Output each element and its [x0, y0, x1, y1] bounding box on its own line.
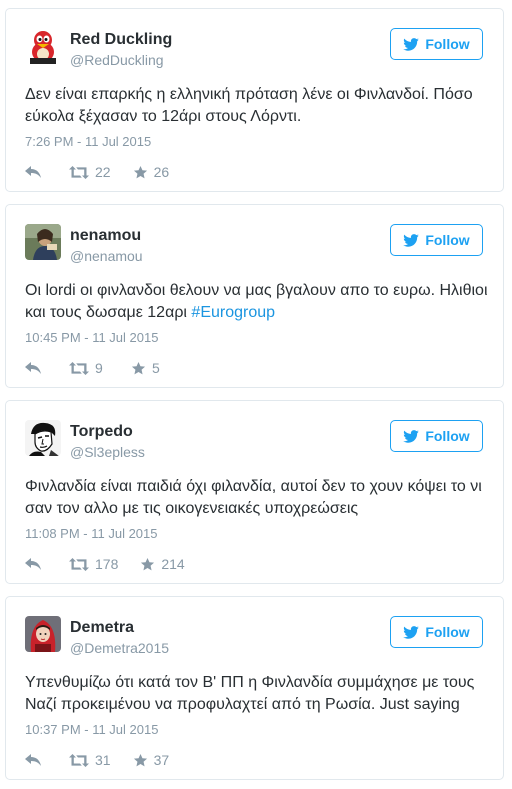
avatar[interactable]: [25, 28, 61, 64]
like-count: 26: [153, 164, 170, 180]
user-name[interactable]: Torpedo: [70, 423, 133, 441]
user-handle[interactable]: @RedDuckling: [70, 52, 164, 68]
tweet-text-body: Υπενθυμίζω ότι κατά τον Β' ΠΠ η Φινλανδί…: [25, 674, 475, 713]
retweet-button[interactable]: 22: [69, 164, 133, 180]
tweet-timestamp[interactable]: 10:45 PM - 11 Jul 2015: [25, 330, 158, 345]
photo-avatar-icon: [25, 224, 61, 260]
reply-icon: [25, 362, 41, 374]
tweet-timestamp[interactable]: 7:26 PM - 11 Jul 2015: [25, 134, 151, 149]
retweet-icon: [69, 165, 89, 179]
follow-button-label: Follow: [425, 232, 470, 248]
twitter-bird-icon: [403, 429, 420, 443]
like-button[interactable]: 5: [131, 360, 160, 376]
tweet-card: nenamou @nenamou Follow Οι lordi οι φινλ…: [5, 204, 504, 388]
tweet-text-body: Δεν είναι επαρκής η ελληνική πρόταση λέν…: [25, 86, 473, 125]
hashtag-link[interactable]: #Eurogroup: [191, 304, 275, 321]
follow-button-label: Follow: [425, 624, 470, 640]
follow-button[interactable]: Follow: [390, 224, 483, 256]
star-icon: [133, 753, 147, 766]
retweet-icon: [69, 361, 89, 375]
reply-icon: [25, 754, 41, 766]
retweet-count: 178: [95, 556, 119, 572]
comic-face-icon: [25, 420, 61, 456]
twitter-bird-icon: [403, 233, 420, 247]
retweet-count: 22: [95, 164, 111, 180]
user-handle[interactable]: @nenamou: [70, 248, 143, 264]
tweet-actions: 178 214: [25, 555, 185, 573]
tweet-actions: 9 5: [25, 359, 160, 377]
follow-button-label: Follow: [425, 36, 470, 52]
avatar[interactable]: [25, 420, 61, 456]
tweet-card: Red Duckling @RedDuckling Follow Δεν είν…: [5, 8, 504, 192]
like-button[interactable]: 37: [133, 752, 170, 768]
retweet-count: 31: [95, 752, 111, 768]
user-handle[interactable]: @Sl3epless: [70, 444, 145, 460]
tweet-text: Φινλανδία είναι παιδιά όχι φιλανδία, αυτ…: [25, 476, 490, 520]
star-icon: [133, 165, 147, 178]
tweet-timestamp[interactable]: 11:08 PM - 11 Jul 2015: [25, 526, 158, 541]
star-icon: [131, 361, 146, 374]
tweet-text: Υπενθυμίζω ότι κατά τον Β' ΠΠ η Φινλανδί…: [25, 672, 490, 716]
star-icon: [141, 557, 155, 570]
follow-button[interactable]: Follow: [390, 420, 483, 452]
avatar[interactable]: [25, 224, 61, 260]
tweet-timestamp[interactable]: 10:37 PM - 11 Jul 2015: [25, 722, 158, 737]
user-name[interactable]: nenamou: [70, 227, 141, 245]
tweet-card: Demetra @Demetra2015 Follow Υπενθυμίζω ό…: [5, 596, 504, 780]
follow-button[interactable]: Follow: [390, 28, 483, 60]
reply-button[interactable]: [25, 362, 69, 374]
twitter-bird-icon: [403, 37, 420, 51]
tweet-text: Δεν είναι επαρκής η ελληνική πρόταση λέν…: [25, 84, 490, 128]
retweet-button[interactable]: 9: [69, 360, 131, 376]
user-handle[interactable]: @Demetra2015: [70, 640, 169, 656]
retweet-icon: [69, 557, 89, 571]
user-name[interactable]: Red Duckling: [70, 31, 172, 49]
reply-button[interactable]: [25, 166, 69, 178]
like-count: 5: [152, 360, 160, 376]
retweet-icon: [69, 753, 89, 767]
tweet-text: Οι lordi οι φινλανδοι θελουν να μας βγαλ…: [25, 280, 490, 324]
like-count: 37: [153, 752, 170, 768]
reply-button[interactable]: [25, 754, 69, 766]
reply-icon: [25, 558, 41, 570]
red-hood-icon: [25, 616, 61, 652]
reply-button[interactable]: [25, 558, 69, 570]
like-button[interactable]: 26: [133, 164, 170, 180]
follow-button-label: Follow: [425, 428, 470, 444]
follow-button[interactable]: Follow: [390, 616, 483, 648]
tweet-text-body: Φινλανδία είναι παιδιά όχι φιλανδία, αυτ…: [25, 478, 482, 517]
tweet-actions: 22 26: [25, 163, 169, 181]
retweet-button[interactable]: 31: [69, 752, 133, 768]
avatar[interactable]: [25, 616, 61, 652]
tweet-actions: 31 37: [25, 751, 169, 769]
twitter-bird-icon: [403, 625, 420, 639]
like-button[interactable]: 214: [140, 556, 185, 572]
reply-icon: [25, 166, 41, 178]
red-penguin-icon: [25, 28, 61, 64]
retweet-button[interactable]: 178: [69, 556, 140, 572]
like-count: 214: [161, 556, 185, 572]
retweet-count: 9: [95, 360, 103, 376]
user-name[interactable]: Demetra: [70, 619, 134, 637]
tweet-card: Torpedo @Sl3epless Follow Φινλανδία είνα…: [5, 400, 504, 584]
